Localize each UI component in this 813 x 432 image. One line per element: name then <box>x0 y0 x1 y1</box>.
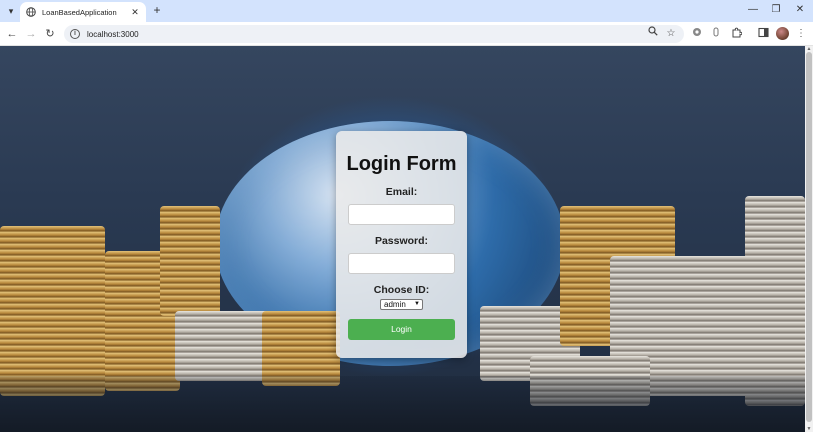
globe-icon <box>26 7 36 17</box>
address-bar[interactable]: i localhost:3000 ☆ <box>64 25 684 43</box>
hand-extension-icon[interactable] <box>709 27 723 41</box>
background-floor <box>0 376 805 432</box>
choose-id-selected-value: admin <box>384 300 406 309</box>
page-background: Login Form Email: Password: Choose ID: a… <box>0 46 805 432</box>
reload-icon[interactable]: ↻ <box>42 26 58 42</box>
choose-id-label: Choose ID: <box>373 284 430 296</box>
url-text[interactable]: localhost:3000 <box>87 30 139 39</box>
bookmark-star-icon[interactable]: ☆ <box>664 25 678 43</box>
background-coin-stack <box>175 311 270 381</box>
tab-title: LoanBasedApplication <box>42 7 117 17</box>
menu-kebab-icon[interactable]: ⋮ <box>794 27 808 41</box>
new-tab-icon[interactable]: + <box>150 3 164 17</box>
chevron-down-icon: ▼ <box>414 301 420 307</box>
login-button[interactable]: Login <box>348 319 455 340</box>
zoom-icon[interactable] <box>646 25 660 43</box>
site-info-icon[interactable]: i <box>70 29 80 39</box>
browser-tab[interactable]: LoanBasedApplication ✕ <box>20 2 146 22</box>
background-coin-stack <box>160 206 220 316</box>
login-form-title: Login Form <box>346 153 457 175</box>
forward-icon[interactable]: → <box>23 26 39 42</box>
background-coin-stack <box>0 226 105 396</box>
tab-close-icon[interactable]: ✕ <box>130 7 140 18</box>
email-label: Email: <box>385 186 418 198</box>
tab-search-chevron-icon[interactable]: ▾ <box>4 4 18 18</box>
scroll-down-icon[interactable]: ▼ <box>805 426 813 432</box>
scrollbar-thumb[interactable] <box>806 52 812 422</box>
extensions-puzzle-icon[interactable] <box>729 27 743 41</box>
email-input[interactable] <box>348 204 455 225</box>
side-panel-icon[interactable] <box>756 27 770 41</box>
password-input[interactable] <box>348 253 455 274</box>
password-label: Password: <box>374 235 429 247</box>
login-form-card: Login Form Email: Password: Choose ID: a… <box>336 131 467 358</box>
tab-strip: ▾ LoanBasedApplication ✕ + — ❐ ✕ <box>0 0 813 22</box>
choose-id-select[interactable]: admin ▼ <box>380 299 423 310</box>
browser-toolbar: ← → ↻ i localhost:3000 ☆ ⋮ <box>0 22 813 46</box>
background-coin-stack <box>262 311 340 386</box>
restore-icon[interactable]: ❐ <box>769 3 783 17</box>
close-window-icon[interactable]: ✕ <box>793 3 807 17</box>
profile-avatar[interactable] <box>776 27 789 40</box>
browser-window: ▾ LoanBasedApplication ✕ + — ❐ ✕ ← → ↻ i… <box>0 0 813 432</box>
back-icon[interactable]: ← <box>4 26 20 42</box>
extension-icon[interactable] <box>690 27 704 41</box>
page-scrollbar[interactable]: ▲ ▼ <box>805 46 813 432</box>
background-coin-stack <box>745 196 805 406</box>
minimize-icon[interactable]: — <box>746 3 760 17</box>
